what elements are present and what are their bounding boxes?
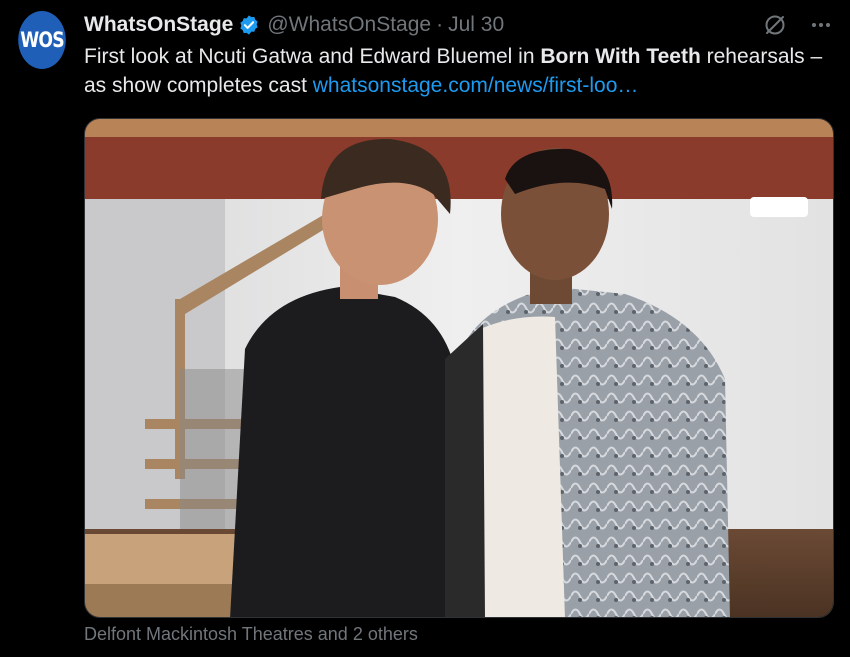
tweet-actions xyxy=(762,12,834,38)
verified-badge-icon xyxy=(238,14,260,36)
more-dots-icon[interactable] xyxy=(808,12,834,38)
show-title: Born With Teeth xyxy=(540,45,701,68)
tweet: WOS WhatsOnStage @WhatsOnStage · Jul 30 xyxy=(0,0,850,657)
tweet-text: First look at Ncuti Gatwa and Edward Blu… xyxy=(84,42,834,100)
tagged-users[interactable]: Delfont Mackintosh Theatres and 2 others xyxy=(84,624,418,645)
slashed-circle-icon[interactable] xyxy=(762,12,788,38)
user-handle[interactable]: @WhatsOnStage xyxy=(267,13,431,37)
tweet-photo[interactable] xyxy=(84,118,834,618)
tweet-date[interactable]: Jul 30 xyxy=(448,13,504,37)
display-name[interactable]: WhatsOnStage xyxy=(84,13,233,37)
separator-dot: · xyxy=(436,13,444,36)
tweet-header: WhatsOnStage @WhatsOnStage · Jul 30 xyxy=(84,10,504,40)
avatar-text: WOS xyxy=(20,28,64,52)
avatar[interactable]: WOS xyxy=(18,11,66,69)
article-link[interactable]: whatsonstage.com/news/first-loo… xyxy=(313,74,639,97)
tweet-text-part1: First look at Ncuti Gatwa and Edward Blu… xyxy=(84,45,541,68)
photo-image xyxy=(85,119,833,617)
